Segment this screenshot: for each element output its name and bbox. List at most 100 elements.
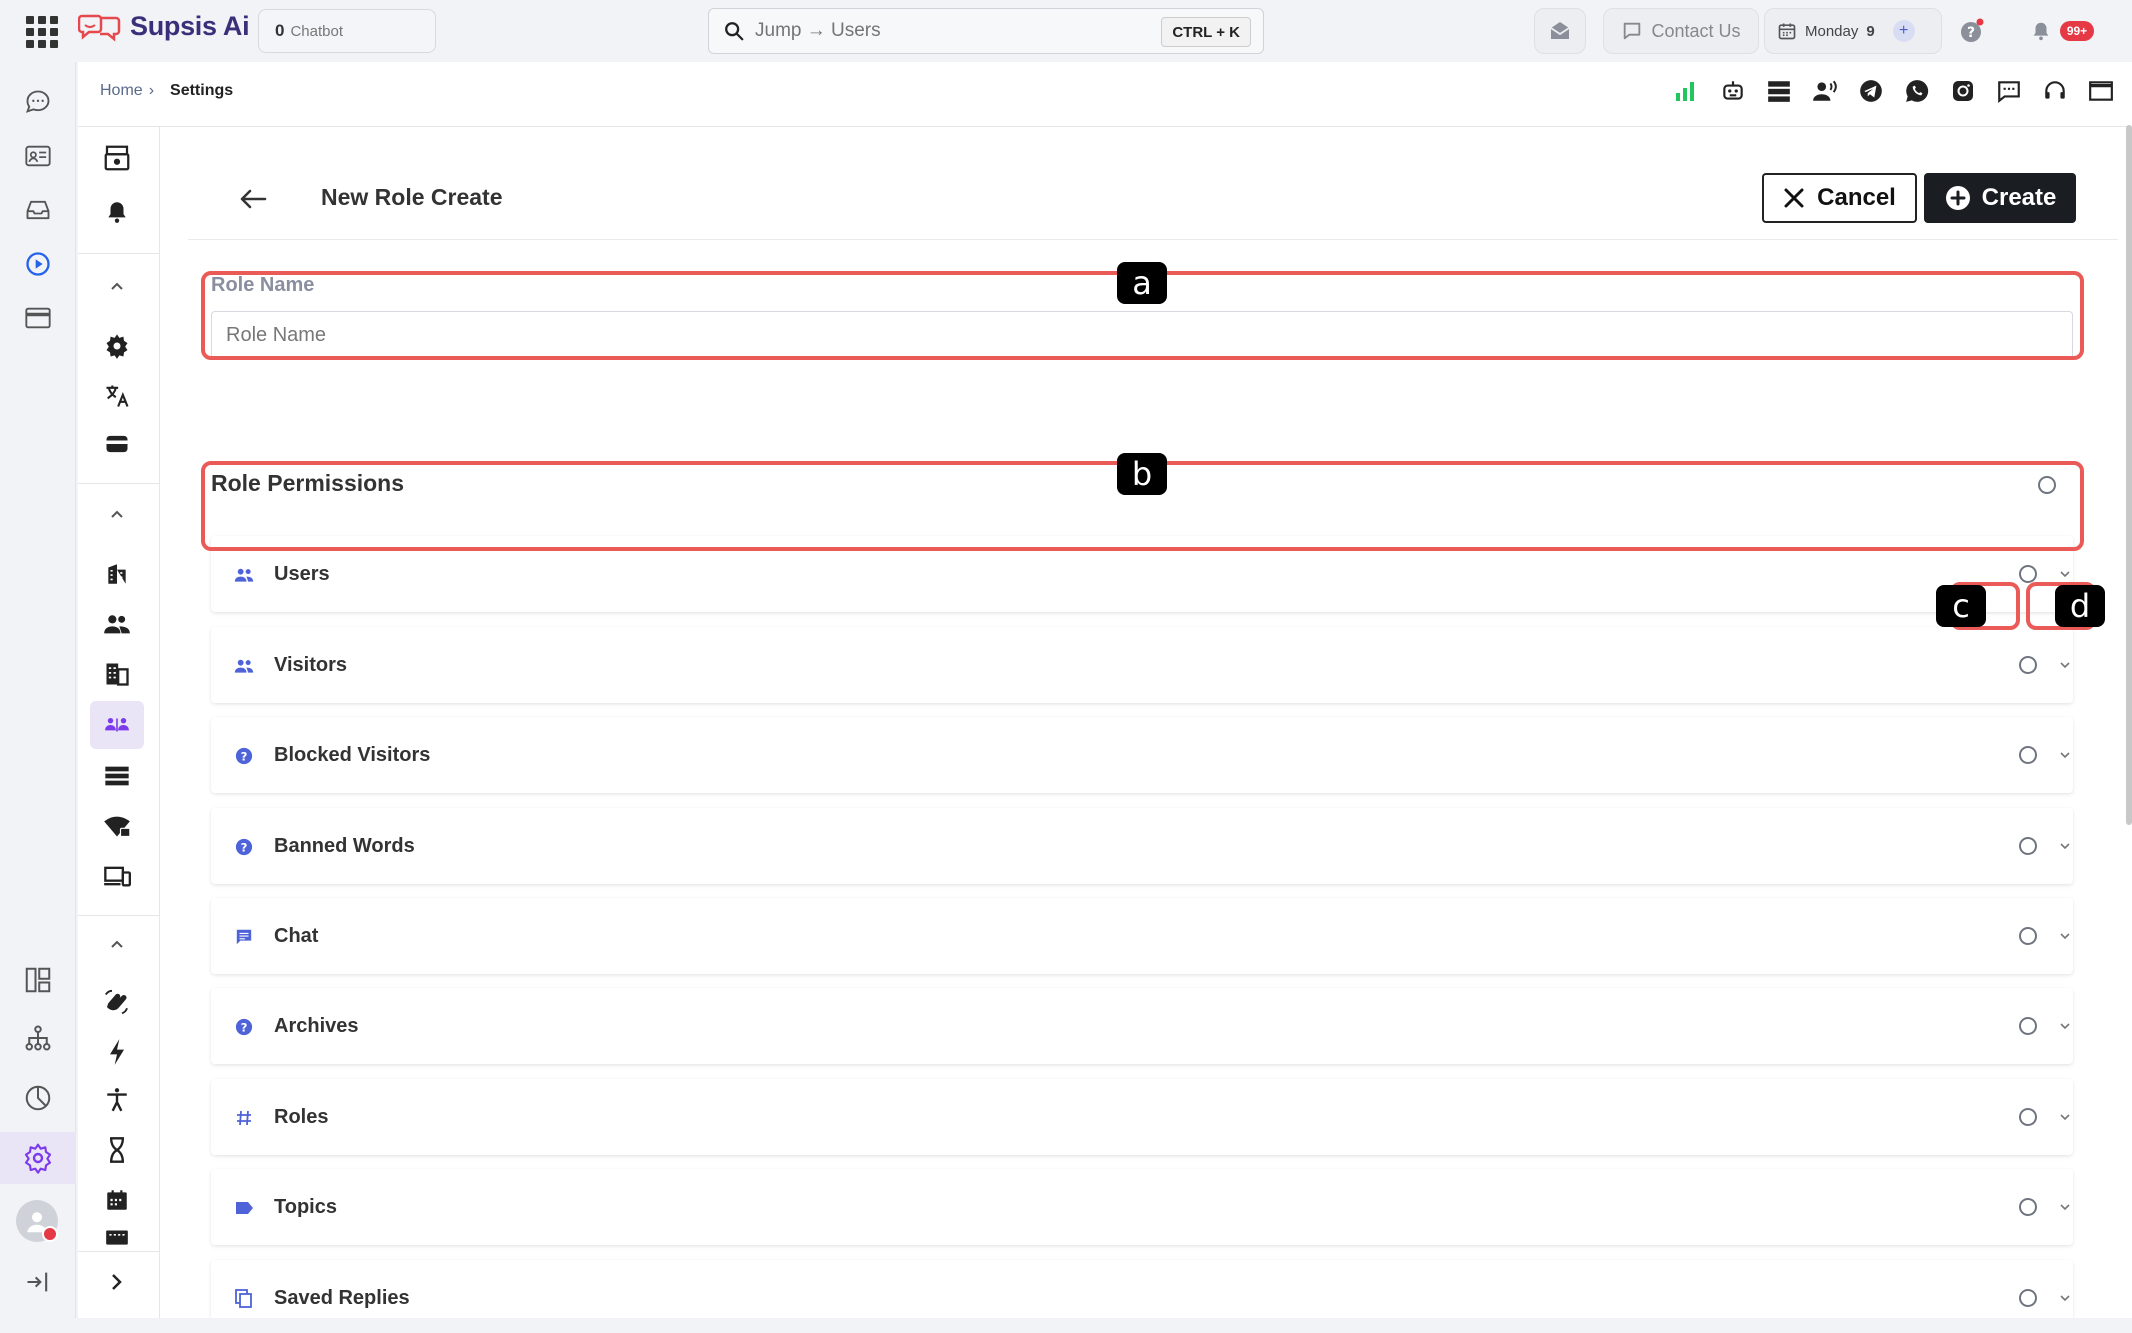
contacts-card-icon[interactable]: [20, 138, 56, 174]
breadcrumb-separator: ›: [148, 82, 155, 99]
robot-icon[interactable]: [1720, 78, 1746, 104]
search-bar[interactable]: CTRL + K: [708, 8, 1264, 54]
devices-icon[interactable]: [98, 857, 136, 895]
building-icon[interactable]: [98, 555, 136, 593]
help-icon: ?: [233, 1016, 255, 1038]
company-icon[interactable]: [98, 655, 136, 693]
permission-radio[interactable]: [2019, 837, 2037, 855]
calendar-icon[interactable]: [98, 1181, 136, 1219]
collapse-group-icon[interactable]: [106, 503, 128, 525]
cancel-button[interactable]: Cancel: [1762, 173, 1917, 223]
keyboard-icon[interactable]: [98, 1225, 136, 1249]
label-icon: [233, 1197, 255, 1219]
chevron-down-icon[interactable]: [2057, 1290, 2073, 1306]
main-panel: Home › Settings New Role Create Cancel C…: [78, 62, 2132, 1333]
search-input[interactable]: [755, 20, 1135, 42]
day-label: Monday: [1805, 22, 1859, 40]
gear-icon[interactable]: [98, 327, 136, 365]
page-title: New Role Create: [321, 184, 503, 210]
lightning-icon[interactable]: [98, 1033, 136, 1071]
chatbot-selector[interactable]: 0 Chatbot: [258, 9, 436, 53]
permission-radio[interactable]: [2019, 565, 2037, 583]
permission-label: Archives: [274, 1015, 359, 1037]
cash-register-icon[interactable]: [98, 139, 136, 177]
back-arrow-icon[interactable]: [236, 182, 270, 216]
chevron-down-icon[interactable]: [2057, 838, 2073, 854]
create-button[interactable]: Create: [1924, 173, 2076, 223]
whatsapp-icon[interactable]: [1904, 78, 1930, 104]
collapse-rail-icon[interactable]: [20, 1264, 56, 1300]
chat-bubble-icon[interactable]: [20, 84, 56, 120]
chevron-down-icon[interactable]: [2057, 566, 2073, 582]
wave-hand-icon[interactable]: [98, 983, 136, 1021]
play-circle-icon[interactable]: [20, 246, 56, 282]
chevron-down-icon[interactable]: [2057, 747, 2073, 763]
permission-row-roles[interactable]: Roles: [211, 1079, 2073, 1155]
permission-radio[interactable]: [2019, 1289, 2037, 1307]
collapse-group-icon[interactable]: [106, 275, 128, 297]
signal-bars-icon[interactable]: [1674, 78, 1700, 104]
accessibility-icon[interactable]: [98, 1081, 136, 1119]
apps-grid-icon[interactable]: [24, 14, 58, 48]
bell-icon[interactable]: [98, 193, 136, 231]
chevron-down-icon[interactable]: [2057, 1109, 2073, 1125]
collapse-group-icon[interactable]: [106, 933, 128, 955]
hierarchy-icon[interactable]: [20, 1020, 56, 1056]
contact-us-button[interactable]: Contact Us: [1603, 8, 1759, 54]
svg-text:?: ?: [241, 1021, 248, 1035]
permission-row-chat[interactable]: Chat: [211, 898, 2073, 974]
headset-icon[interactable]: [2042, 78, 2068, 104]
instagram-icon[interactable]: [1950, 78, 1976, 104]
permission-row-archives[interactable]: ? Archives: [211, 988, 2073, 1064]
wallet-icon[interactable]: [98, 425, 136, 463]
chevron-down-icon[interactable]: [2057, 657, 2073, 673]
notifications-button[interactable]: 99+: [2010, 8, 2114, 54]
chevron-down-icon[interactable]: [2057, 1199, 2073, 1215]
mail-button[interactable]: [1534, 8, 1586, 54]
expand-subnav-icon[interactable]: [106, 1271, 128, 1293]
permission-radio[interactable]: [2019, 1108, 2037, 1126]
user-avatar[interactable]: [16, 1200, 58, 1242]
logo[interactable]: Supsis Ai: [78, 11, 250, 42]
dashboard-layout-icon[interactable]: [20, 962, 56, 998]
people-icon[interactable]: [98, 605, 136, 643]
inbox-icon[interactable]: [20, 192, 56, 228]
sms-icon[interactable]: [1996, 78, 2022, 104]
wifi-lock-icon[interactable]: [98, 807, 136, 845]
page-scrollbar[interactable]: [2126, 125, 2132, 825]
server-list-icon[interactable]: [98, 757, 136, 795]
window-icon[interactable]: [2088, 78, 2114, 104]
permission-radio[interactable]: [2019, 746, 2037, 764]
breadcrumb-home[interactable]: Home: [100, 82, 143, 100]
permission-radio[interactable]: [2019, 656, 2037, 674]
permission-radio[interactable]: [2019, 1198, 2037, 1216]
pie-chart-icon[interactable]: [20, 1080, 56, 1116]
list-stack-icon[interactable]: [1766, 78, 1792, 104]
permission-radio[interactable]: [2019, 927, 2037, 945]
telegram-icon[interactable]: [1858, 78, 1884, 104]
browser-window-icon[interactable]: [20, 300, 56, 336]
permission-row-blocked-visitors[interactable]: ? Blocked Visitors: [211, 717, 2073, 793]
permission-radio[interactable]: [2019, 1017, 2037, 1035]
copy-icon: [233, 1288, 255, 1310]
help-button[interactable]: ?: [1950, 8, 1994, 54]
voice-user-icon[interactable]: [1812, 78, 1838, 104]
add-event-icon[interactable]: +: [1892, 20, 1915, 42]
permission-row-visitors[interactable]: Visitors: [211, 627, 2073, 703]
permission-label: Saved Replies: [274, 1287, 410, 1309]
translate-icon[interactable]: [98, 377, 136, 415]
role-create-content: New Role Create Cancel Create Role Name …: [188, 154, 2118, 1333]
annotation-tag-a: a: [1117, 262, 1167, 304]
role-name-input[interactable]: [211, 311, 2073, 359]
permission-row-topics[interactable]: Topics: [211, 1169, 2073, 1245]
contact-us-label: Contact Us: [1651, 20, 1741, 41]
chevron-down-icon[interactable]: [2057, 928, 2073, 944]
chevron-down-icon[interactable]: [2057, 1018, 2073, 1034]
roles-icon[interactable]: [90, 701, 144, 749]
calendar-date-button[interactable]: Monday 9 +: [1764, 8, 1942, 54]
permission-row-banned-words[interactable]: ? Banned Words: [211, 808, 2073, 884]
settings-gear-icon[interactable]: [0, 1132, 76, 1184]
hourglass-icon[interactable]: [98, 1131, 136, 1169]
select-all-permissions-radio[interactable]: [2038, 476, 2056, 494]
permission-row-users[interactable]: Users: [211, 536, 2073, 612]
